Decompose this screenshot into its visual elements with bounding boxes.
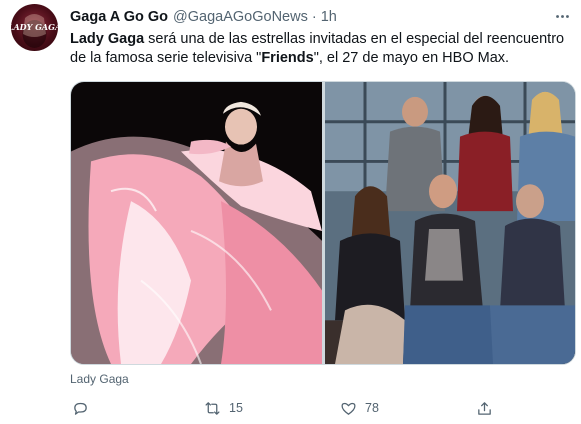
author-name[interactable]: Gaga A Go Go bbox=[70, 9, 168, 25]
like-button[interactable]: 78 bbox=[340, 398, 379, 418]
header-separator: · bbox=[311, 9, 317, 25]
tweet-header: Gaga A Go Go @GagaAGoGoNews · 1h bbox=[70, 8, 337, 26]
media-photo-right[interactable] bbox=[325, 82, 575, 364]
retweet-count: 15 bbox=[229, 401, 243, 415]
tweet-text-segment: ", el 27 de mayo en HBO Max. bbox=[313, 50, 510, 66]
tweet-text-bold: Lady Gaga bbox=[70, 31, 145, 47]
share-button[interactable] bbox=[476, 398, 493, 418]
retweet-icon bbox=[205, 401, 220, 415]
avatar-image: LADY GAGA bbox=[11, 14, 58, 48]
media-photo-left[interactable] bbox=[71, 82, 322, 364]
reply-icon bbox=[74, 402, 87, 415]
reply-button[interactable] bbox=[72, 398, 97, 418]
author-handle[interactable]: @GagaAGoGoNews bbox=[173, 9, 308, 25]
tweet-card[interactable]: LADY GAGA Gaga A Go Go @GagaAGoGoNews · … bbox=[0, 0, 581, 424]
avatar[interactable]: LADY GAGA bbox=[11, 4, 58, 51]
tweet-media[interactable] bbox=[70, 81, 576, 365]
media-caption[interactable]: Lady Gaga bbox=[70, 372, 129, 386]
cast-photo bbox=[325, 82, 575, 364]
tweet-actions: 15 78 bbox=[70, 398, 500, 418]
like-count: 78 bbox=[365, 401, 379, 415]
tweet-text-bold: Friends bbox=[261, 50, 314, 66]
tweet-text: Lady Gaga será una de las estrellas invi… bbox=[70, 30, 570, 68]
more-options-button[interactable] bbox=[552, 6, 572, 26]
retweet-button[interactable]: 15 bbox=[204, 398, 243, 418]
tweet-timestamp[interactable]: 1h bbox=[321, 9, 337, 25]
share-icon bbox=[478, 401, 491, 415]
performer-photo bbox=[71, 82, 322, 364]
heart-icon bbox=[341, 402, 356, 415]
more-horizontal-icon bbox=[555, 14, 569, 18]
avatar-logo-text: LADY GAGA bbox=[11, 22, 58, 32]
